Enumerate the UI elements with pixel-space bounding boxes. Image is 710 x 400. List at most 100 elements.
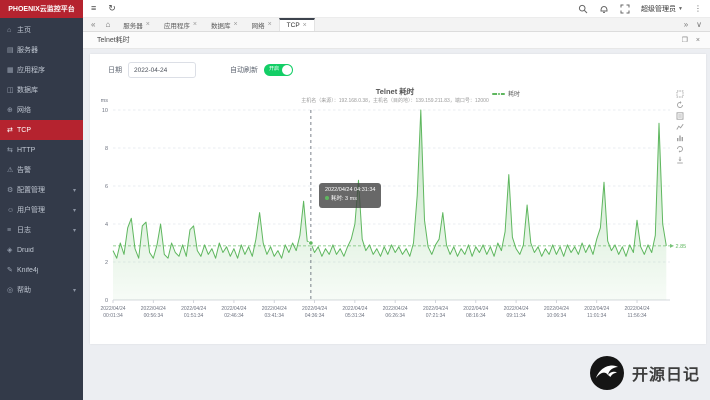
page-content: 日期 自动刷新 开启 Telnet 耗时 主机名（来源）：192.168.0.3… bbox=[83, 49, 710, 400]
tab-label: 数据库 bbox=[211, 20, 231, 30]
sidebar-item-Knife4j[interactable]: ✎ Knife4j bbox=[0, 260, 83, 280]
sidebar-item-用户管理[interactable]: ☺ 用户管理 ▾ bbox=[0, 200, 83, 220]
chart-plot[interactable]: 0246810ms2022/04/2400:01:342022/04/2400:… bbox=[90, 85, 700, 325]
auto-refresh-toggle[interactable]: 开启 bbox=[264, 64, 293, 76]
bell-icon[interactable] bbox=[599, 4, 609, 14]
svg-text:2022/04/24: 2022/04/24 bbox=[141, 306, 166, 312]
svg-text:8: 8 bbox=[105, 146, 108, 152]
sidebar-item-icon: ◫ bbox=[7, 86, 17, 94]
panel-restore-icon[interactable]: ❐ bbox=[682, 37, 688, 44]
app-logo: PHOENIX云监控平台 bbox=[0, 0, 83, 18]
svg-text:ms: ms bbox=[101, 98, 109, 104]
sidebar-item-label: Druid bbox=[17, 247, 76, 254]
sidebar-item-icon: ⚙ bbox=[7, 186, 17, 194]
watermark-text: 开源日记 bbox=[632, 361, 700, 385]
tabs-scroll-right-icon[interactable]: » bbox=[680, 18, 692, 31]
sidebar-item-配置管理[interactable]: ⚙ 配置管理 ▾ bbox=[0, 180, 83, 200]
tab-close-icon[interactable]: × bbox=[146, 21, 150, 28]
tab-数据库[interactable]: 数据库 × bbox=[204, 18, 245, 31]
date-label: 日期 bbox=[108, 65, 122, 75]
tabs-scroll-left-icon[interactable]: « bbox=[87, 18, 99, 31]
sidebar-item-icon: ✎ bbox=[7, 266, 17, 274]
telnet-chart: Telnet 耗时 主机名（来源）：192.168.0.38，主机名（目的地）：… bbox=[90, 85, 706, 337]
sidebar-item-label: 日志 bbox=[17, 225, 73, 235]
tab-TCP[interactable]: TCP × bbox=[279, 18, 315, 31]
tab-bar: « ⌂ 服务器 × 应用程序 × 数据库 × 网络 × TCP × » ∨ bbox=[83, 18, 710, 32]
home-tab-icon[interactable]: ⌂ bbox=[99, 18, 116, 31]
sidebar-item-icon: ◎ bbox=[7, 286, 17, 294]
search-icon[interactable] bbox=[578, 4, 588, 14]
user-menu[interactable]: 超级管理员 ▼ bbox=[641, 4, 683, 14]
sidebar-item-label: 数据库 bbox=[17, 85, 76, 95]
svg-text:03:41:34: 03:41:34 bbox=[265, 313, 285, 319]
tabs-menu-icon[interactable]: ∨ bbox=[692, 18, 706, 31]
chevron-down-icon: ▾ bbox=[73, 207, 76, 214]
sidebar-item-TCP[interactable]: ⇄ TCP bbox=[0, 120, 83, 140]
sidebar-menu: ⌂ 主页 ▤ 服务器 ▦ 应用程序 ◫ 数据库 ⊕ 网络 ⇄ TCP ⇆ HTT… bbox=[0, 18, 83, 300]
sidebar: PHOENIX云监控平台 ⌂ 主页 ▤ 服务器 ▦ 应用程序 ◫ 数据库 ⊕ 网… bbox=[0, 0, 83, 400]
svg-text:2022/04/24: 2022/04/24 bbox=[342, 306, 367, 312]
panel-window-controls: ❐ × bbox=[682, 37, 700, 44]
svg-text:6: 6 bbox=[105, 184, 108, 190]
sidebar-item-应用程序[interactable]: ▦ 应用程序 bbox=[0, 60, 83, 80]
sidebar-item-日志[interactable]: ≡ 日志 ▾ bbox=[0, 220, 83, 240]
toggle-knob bbox=[282, 65, 292, 75]
sidebar-item-label: TCP bbox=[17, 127, 76, 134]
svg-text:2: 2 bbox=[105, 260, 108, 266]
auto-refresh-label: 自动刷新 bbox=[230, 65, 258, 75]
tab-应用程序[interactable]: 应用程序 × bbox=[157, 18, 204, 31]
tab-网络[interactable]: 网络 × bbox=[245, 18, 279, 31]
sidebar-item-icon: ▤ bbox=[7, 46, 17, 54]
svg-text:2022/04/24: 2022/04/24 bbox=[221, 306, 246, 312]
fullscreen-icon[interactable] bbox=[620, 4, 630, 14]
sidebar-item-icon: ⌂ bbox=[7, 27, 17, 34]
tab-close-icon[interactable]: × bbox=[193, 21, 197, 28]
tab-close-icon[interactable]: × bbox=[233, 21, 237, 28]
tab-服务器[interactable]: 服务器 × bbox=[116, 18, 157, 31]
svg-text:10:06:34: 10:06:34 bbox=[547, 313, 567, 319]
navbar-right: 超级管理员 ▼ ⋮ bbox=[578, 4, 702, 14]
menu-fold-icon[interactable]: ≡ bbox=[91, 4, 96, 13]
sidebar-item-icon: ◈ bbox=[7, 246, 17, 254]
svg-text:2022/04/24: 2022/04/24 bbox=[463, 306, 488, 312]
sidebar-item-HTTP[interactable]: ⇆ HTTP bbox=[0, 140, 83, 160]
tab-label: 服务器 bbox=[123, 20, 143, 30]
filter-form: 日期 自动刷新 开启 bbox=[108, 62, 293, 78]
svg-text:2022/04/24: 2022/04/24 bbox=[423, 306, 448, 312]
panel-header: Telnet耗时 ❐ × bbox=[83, 32, 710, 49]
tab-close-icon[interactable]: × bbox=[268, 21, 272, 28]
sidebar-item-label: 服务器 bbox=[17, 45, 76, 55]
sidebar-item-icon: ⚠ bbox=[7, 166, 17, 174]
user-name: 超级管理员 bbox=[641, 4, 676, 14]
sidebar-item-icon: ⊕ bbox=[7, 106, 17, 114]
svg-text:09:11:34: 09:11:34 bbox=[507, 313, 526, 319]
chevron-down-icon: ▾ bbox=[73, 287, 76, 294]
sidebar-item-数据库[interactable]: ◫ 数据库 bbox=[0, 80, 83, 100]
svg-text:2.85: 2.85 bbox=[676, 244, 687, 250]
sidebar-item-网络[interactable]: ⊕ 网络 bbox=[0, 100, 83, 120]
more-options-icon[interactable]: ⋮ bbox=[694, 4, 702, 13]
sidebar-item-服务器[interactable]: ▤ 服务器 bbox=[0, 40, 83, 60]
sidebar-item-label: Knife4j bbox=[17, 267, 76, 274]
tab-close-icon[interactable]: × bbox=[303, 22, 307, 29]
sidebar-item-label: 网络 bbox=[17, 105, 76, 115]
app-window: PHOENIX云监控平台 ⌂ 主页 ▤ 服务器 ▦ 应用程序 ◫ 数据库 ⊕ 网… bbox=[0, 0, 710, 400]
sidebar-item-label: 帮助 bbox=[17, 285, 73, 295]
sidebar-item-label: 用户管理 bbox=[17, 205, 73, 215]
sidebar-item-告警[interactable]: ⚠ 告警 bbox=[0, 160, 83, 180]
panel-title: Telnet耗时 bbox=[97, 35, 130, 45]
svg-text:2022/04/24: 2022/04/24 bbox=[504, 306, 529, 312]
date-input[interactable] bbox=[128, 62, 196, 78]
sidebar-item-帮助[interactable]: ◎ 帮助 ▾ bbox=[0, 280, 83, 300]
refresh-icon[interactable]: ↻ bbox=[108, 4, 116, 13]
toggle-on-text: 开启 bbox=[269, 67, 279, 72]
sidebar-item-主页[interactable]: ⌂ 主页 bbox=[0, 20, 83, 40]
panel-close-icon[interactable]: × bbox=[696, 37, 700, 44]
chevron-down-icon: ▾ bbox=[73, 187, 76, 194]
caret-down-icon: ▼ bbox=[678, 6, 683, 12]
sidebar-item-Druid[interactable]: ◈ Druid bbox=[0, 240, 83, 260]
svg-text:02:46:34: 02:46:34 bbox=[224, 313, 244, 319]
tabbar-spacer bbox=[315, 18, 680, 31]
sidebar-item-icon: ⇆ bbox=[7, 146, 17, 154]
main-area: ≡ ↻ 超级管理员 ▼ ⋮ bbox=[83, 0, 710, 400]
